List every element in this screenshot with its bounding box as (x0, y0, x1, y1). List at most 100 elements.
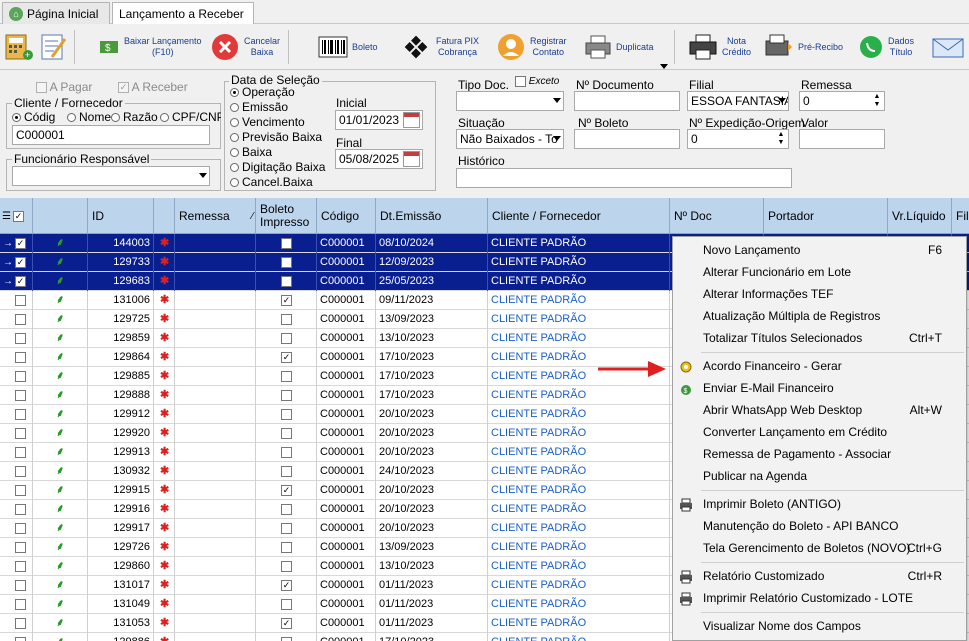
radio-codigo-indicator[interactable] (12, 113, 21, 123)
menu-item[interactable]: Tela Gerencimento de Boletos (NOVO) Ctrl+… (673, 537, 966, 559)
radio-cancel-baixa[interactable]: Cancel.Baixa (230, 175, 313, 189)
row-select-cell[interactable] (0, 519, 33, 538)
boleto-impresso-cell[interactable]: ✓ (256, 481, 317, 500)
row-checkbox[interactable]: ✓ (15, 275, 26, 287)
header-boleto-impresso[interactable]: Boleto Impresso (256, 198, 317, 234)
select-all-checkbox[interactable]: ✓ (12, 210, 24, 222)
cliente-cell[interactable]: CLIENTE PADRÃO (488, 519, 670, 538)
flag-header[interactable] (154, 198, 175, 234)
cliente-cell[interactable]: CLIENTE PADRÃO (488, 481, 670, 500)
boleto-impresso-cell[interactable] (256, 367, 317, 386)
cliente-cell[interactable]: CLIENTE PADRÃO (488, 462, 670, 481)
menu-item[interactable]: Publicar na Agenda (673, 465, 966, 487)
situacao-select[interactable]: Não Baixados - To (456, 129, 564, 149)
toolbar-calculator-button[interactable]: + (4, 27, 34, 67)
cliente-cell[interactable]: CLIENTE PADRÃO (488, 424, 670, 443)
row-checkbox[interactable] (15, 370, 26, 382)
boleto-checkbox[interactable] (281, 503, 292, 515)
menu-item[interactable]: Abrir WhatsApp Web Desktop Alt+W (673, 399, 966, 421)
header-cliente[interactable]: Cliente / Fornecedor (488, 198, 670, 234)
a-receber-checkbox[interactable]: ✓ A Receber (118, 80, 188, 94)
cliente-cell[interactable]: CLIENTE PADRÃO (488, 291, 670, 310)
row-select-cell[interactable]: → ✓ (0, 253, 33, 272)
row-select-cell[interactable] (0, 424, 33, 443)
radio-indicator[interactable] (230, 103, 239, 113)
cliente-cell[interactable]: CLIENTE PADRÃO (488, 386, 670, 405)
header-vr-liquido[interactable]: Vr.Líquido (888, 198, 952, 234)
row-select-cell[interactable] (0, 329, 33, 348)
spin-down-icon[interactable]: ▼ (775, 139, 787, 147)
radio-baixa[interactable]: Baixa (230, 145, 272, 159)
filial-select[interactable]: ESSOA FANTASIA (687, 91, 789, 111)
row-checkbox[interactable] (15, 617, 26, 629)
row-checkbox[interactable] (15, 579, 26, 591)
cliente-cell[interactable]: CLIENTE PADRÃO (488, 272, 670, 291)
dados-titulo-button[interactable]: Dados Título (858, 27, 914, 67)
row-checkbox[interactable] (15, 427, 26, 439)
radio-cpf[interactable]: CPF/CNPJ (160, 110, 221, 124)
header-id[interactable]: ID (88, 198, 154, 234)
header-dt-emissao[interactable]: Dt.Emissão (376, 198, 488, 234)
pre-recibo-button[interactable]: Pré-Recibo (764, 27, 843, 67)
row-select-cell[interactable] (0, 310, 33, 329)
row-checkbox[interactable] (15, 636, 26, 641)
cliente-cell[interactable]: CLIENTE PADRÃO (488, 557, 670, 576)
menu-item[interactable]: Relatório Customizado Ctrl+R (673, 565, 966, 587)
tipo-doc-select[interactable] (456, 91, 564, 111)
boleto-impresso-cell[interactable] (256, 405, 317, 424)
row-checkbox[interactable] (15, 332, 26, 344)
menu-item[interactable]: Manutenção do Boleto - API BANCO (673, 515, 966, 537)
menu-item[interactable]: Totalizar Títulos Selecionados Ctrl+T (673, 327, 966, 349)
radio-cpf-indicator[interactable] (160, 113, 169, 123)
row-select-cell[interactable] (0, 500, 33, 519)
boleto-checkbox[interactable] (281, 332, 292, 344)
spin-down-icon[interactable]: ▼ (871, 101, 883, 109)
boleto-checkbox[interactable] (281, 408, 292, 420)
boleto-checkbox[interactable]: ✓ (281, 294, 292, 306)
boleto-button[interactable]: Boleto (318, 27, 378, 67)
boleto-checkbox[interactable] (281, 427, 292, 439)
spin-up-icon[interactable]: ▲ (775, 131, 787, 139)
radio-razao[interactable]: Razão (111, 110, 158, 124)
menu-item[interactable]: Alterar Informações TEF (673, 283, 966, 305)
boleto-checkbox[interactable] (281, 256, 292, 268)
boleto-impresso-cell[interactable] (256, 557, 317, 576)
boleto-impresso-cell[interactable] (256, 386, 317, 405)
boleto-impresso-cell[interactable] (256, 443, 317, 462)
boleto-checkbox[interactable] (281, 560, 292, 572)
nota-credito-button[interactable]: Nota Crédito (688, 27, 751, 67)
menu-item[interactable]: Converter Lançamento em Crédito (673, 421, 966, 443)
boleto-impresso-cell[interactable]: ✓ (256, 576, 317, 595)
exceto-checkbox[interactable]: Exceto (515, 76, 559, 87)
boleto-checkbox[interactable] (281, 465, 292, 477)
radio-digitacao-baixa[interactable]: Digitação Baixa (230, 160, 325, 174)
row-checkbox[interactable] (15, 351, 26, 363)
boleto-impresso-cell[interactable]: ✓ (256, 291, 317, 310)
historico-input[interactable] (456, 168, 792, 188)
boleto-checkbox[interactable] (281, 313, 292, 325)
row-checkbox[interactable] (15, 598, 26, 610)
row-select-cell[interactable] (0, 367, 33, 386)
boleto-impresso-cell[interactable] (256, 462, 317, 481)
cliente-cell[interactable]: CLIENTE PADRÃO (488, 405, 670, 424)
radio-operacao[interactable]: Operação (230, 85, 295, 99)
boleto-checkbox[interactable] (281, 541, 292, 553)
boleto-impresso-cell[interactable] (256, 538, 317, 557)
remessa-input[interactable]: 0 ▲ ▼ (799, 91, 885, 111)
radio-indicator[interactable] (230, 178, 239, 188)
n-expedicao-input[interactable]: 0 ▲ ▼ (687, 129, 789, 149)
menu-item[interactable]: Imprimir Boleto (ANTIGO) (673, 493, 966, 515)
boleto-impresso-cell[interactable] (256, 253, 317, 272)
row-checkbox[interactable] (15, 560, 26, 572)
calendar-icon[interactable] (403, 112, 420, 128)
radio-previsao-baixa[interactable]: Previsão Baixa (230, 130, 322, 144)
cliente-cell[interactable]: CLIENTE PADRÃO (488, 595, 670, 614)
radio-nome[interactable]: Nome (67, 110, 111, 124)
a-pagar-checkbox[interactable]: A Pagar (36, 80, 92, 94)
row-select-cell[interactable] (0, 443, 33, 462)
boleto-checkbox[interactable] (281, 446, 292, 458)
menu-item[interactable]: Alterar Funcionário em Lote (673, 261, 966, 283)
row-select-cell[interactable] (0, 386, 33, 405)
duplicata-dropdown-icon[interactable] (660, 64, 668, 69)
row-select-cell[interactable] (0, 595, 33, 614)
